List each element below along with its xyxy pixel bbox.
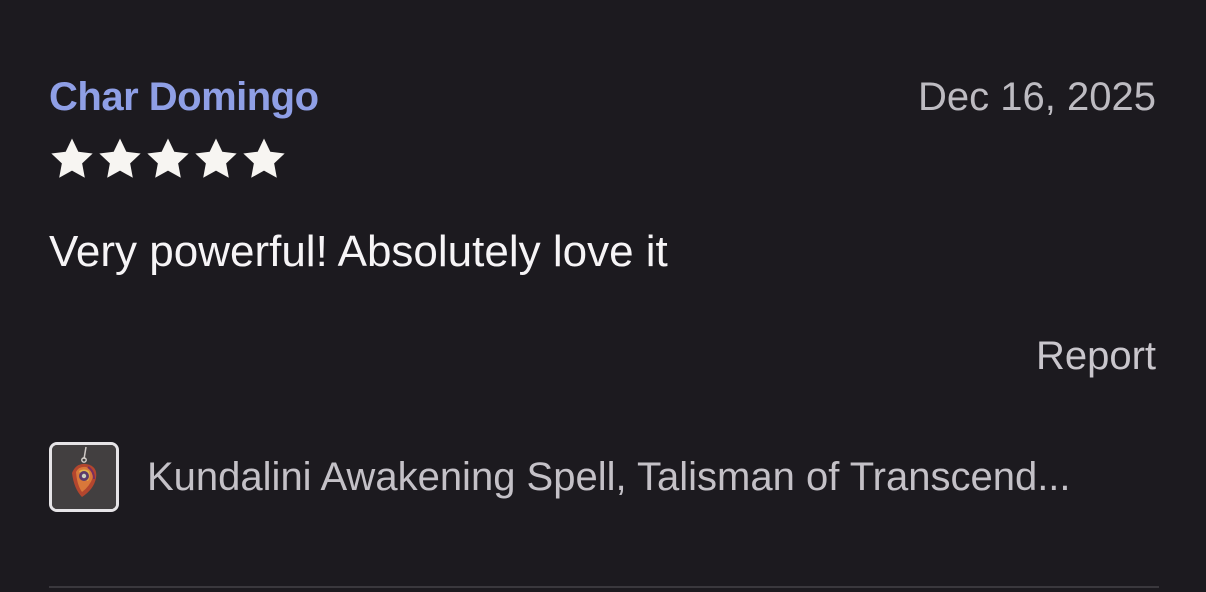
- pendant-thumbnail-icon: [52, 445, 116, 509]
- star-icon: [195, 138, 237, 178]
- listing-link[interactable]: Kundalini Awakening Spell, Talisman of T…: [49, 439, 1159, 515]
- report-button[interactable]: Report: [1036, 333, 1156, 379]
- listing-title: Kundalini Awakening Spell, Talisman of T…: [147, 455, 1071, 499]
- star-icon: [147, 138, 189, 178]
- star-icon: [51, 138, 93, 178]
- review-date: Dec 16, 2025: [918, 75, 1156, 119]
- listing-thumbnail: [49, 442, 119, 512]
- star-icon: [99, 138, 141, 178]
- review-text: Very powerful! Absolutely love it: [49, 227, 668, 276]
- star-icon: [243, 138, 285, 178]
- star-rating: [49, 137, 287, 181]
- reviewer-name-link[interactable]: Char Domingo: [49, 74, 319, 120]
- divider: [49, 586, 1159, 588]
- review-card: Char Domingo Dec 16, 2025 Very powerful!…: [0, 0, 1206, 592]
